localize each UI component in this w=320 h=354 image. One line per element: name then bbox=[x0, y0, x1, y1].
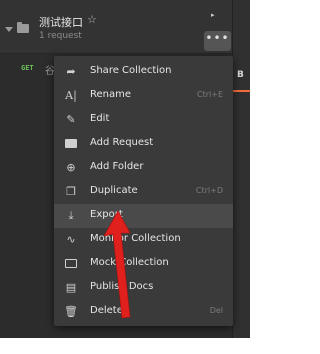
menu-item-label: Share Collection bbox=[90, 65, 172, 76]
menu-item-monitor-collection[interactable]: ∿ Monitor Collection bbox=[54, 228, 233, 252]
menu-item-label: Add Request bbox=[90, 137, 154, 148]
menu-item-label: Add Folder bbox=[90, 161, 144, 172]
menu-item-mock-collection[interactable]: Mock Collection bbox=[54, 252, 233, 276]
collection-actions-menu: ➦ Share Collection A| Rename Ctrl+E ✎ Ed… bbox=[54, 56, 233, 326]
menu-item-shortcut: Ctrl+D bbox=[195, 186, 223, 195]
expand-arrow-icon[interactable]: ▸ bbox=[211, 11, 215, 19]
menu-item-label: Duplicate bbox=[90, 185, 138, 196]
collection-name: 测试接口 bbox=[39, 16, 83, 29]
menu-item-label: Mock Collection bbox=[90, 257, 169, 268]
menu-item-publish-docs[interactable]: ▤ Publish Docs bbox=[54, 276, 233, 300]
active-tab-underline bbox=[232, 90, 250, 92]
folder-icon bbox=[17, 22, 29, 33]
request-panel-edge bbox=[232, 0, 250, 338]
menu-item-edit[interactable]: ✎ Edit bbox=[54, 108, 233, 132]
menu-item-label: Monitor Collection bbox=[90, 233, 181, 244]
collection-header[interactable]: 测试接口 ☆ 1 request ▸ ••• bbox=[0, 0, 232, 54]
mock-icon bbox=[65, 259, 77, 268]
share-icon: ➦ bbox=[66, 65, 76, 78]
menu-item-duplicate[interactable]: ❐ Duplicate Ctrl+D bbox=[54, 180, 233, 204]
menu-item-label: Publish Docs bbox=[90, 281, 154, 292]
right-panel-tab-label[interactable]: B bbox=[237, 70, 244, 80]
menu-item-shortcut: Ctrl+E bbox=[197, 90, 223, 99]
star-icon[interactable]: ☆ bbox=[87, 13, 97, 26]
menu-item-label: Delete bbox=[90, 305, 123, 316]
docs-icon: ▤ bbox=[65, 281, 77, 294]
pencil-icon: ✎ bbox=[66, 113, 76, 126]
menu-item-add-folder[interactable]: ⊕ Add Folder bbox=[54, 156, 233, 180]
menu-item-export[interactable]: ⤓ Export bbox=[54, 204, 233, 228]
menu-item-share-collection[interactable]: ➦ Share Collection bbox=[54, 60, 233, 84]
collapse-caret-icon[interactable] bbox=[5, 27, 13, 32]
menu-item-rename[interactable]: A| Rename Ctrl+E bbox=[54, 84, 233, 108]
more-actions-button[interactable]: ••• bbox=[204, 31, 231, 51]
menu-item-shortcut: Del bbox=[209, 306, 223, 315]
screenshot: 测试接口 ☆ 1 request ▸ ••• GET 谷 B ➦ Share C… bbox=[0, 0, 250, 354]
trash-icon: 🗑 bbox=[64, 305, 78, 318]
collection-request-count: 1 request bbox=[39, 31, 82, 41]
menu-item-add-request[interactable]: Add Request bbox=[54, 132, 233, 156]
duplicate-icon: ❐ bbox=[66, 185, 76, 198]
menu-item-label: Edit bbox=[90, 113, 110, 124]
add-folder-icon: ⊕ bbox=[66, 161, 76, 174]
menu-item-delete[interactable]: 🗑 Delete Del bbox=[54, 300, 233, 324]
postman-app: 测试接口 ☆ 1 request ▸ ••• GET 谷 B ➦ Share C… bbox=[0, 0, 250, 338]
request-method-badge: GET bbox=[21, 64, 34, 72]
add-request-icon bbox=[65, 139, 77, 148]
monitor-icon: ∿ bbox=[66, 233, 76, 246]
export-icon: ⤓ bbox=[68, 209, 74, 222]
menu-item-label: Rename bbox=[90, 89, 132, 100]
rename-icon: A| bbox=[65, 89, 77, 102]
menu-item-label: Export bbox=[90, 209, 123, 220]
